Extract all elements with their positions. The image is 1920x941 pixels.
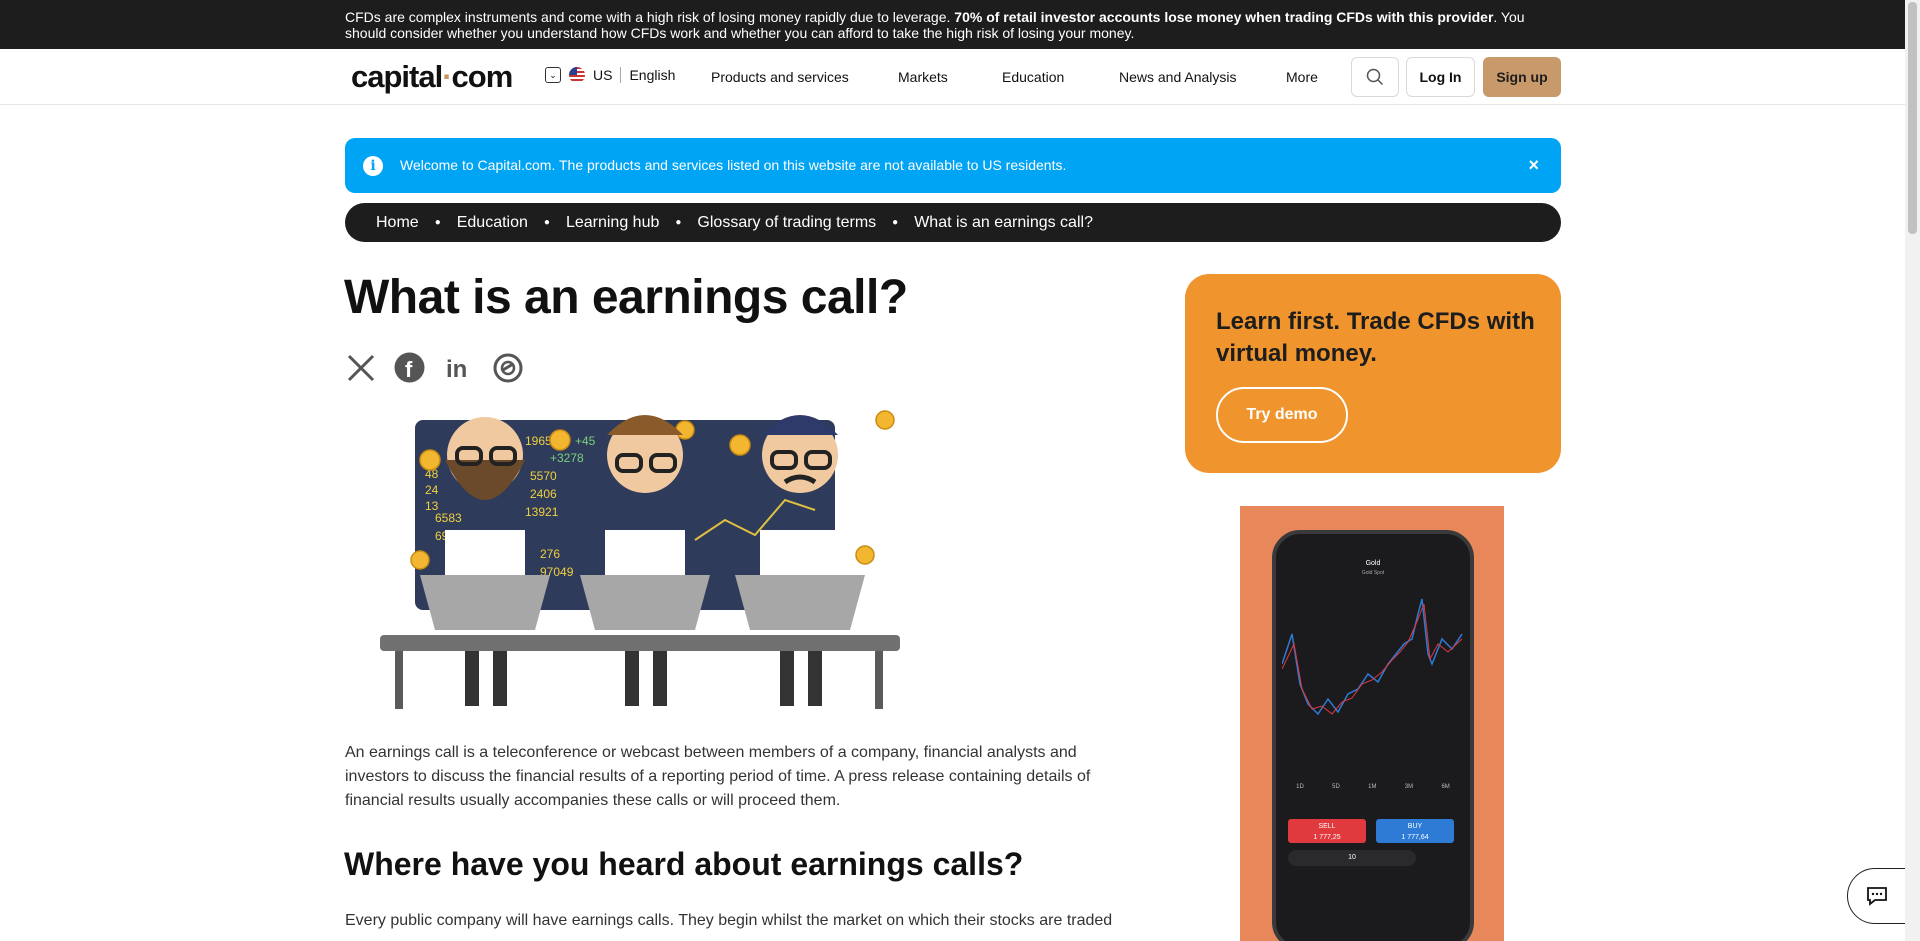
hero-illustration: 1965 +45 +3278 5570 2406 13921 6583 6958… (345, 410, 945, 710)
screen-number: +3278 (550, 451, 584, 465)
share-link-icon[interactable] (492, 352, 523, 383)
breadcrumb-education[interactable]: Education (457, 214, 528, 232)
svg-text:f: f (405, 357, 413, 382)
nav-products[interactable]: Products and services (711, 69, 898, 85)
breadcrumb: Home ● Education ● Learning hub ● Glossa… (345, 203, 1561, 242)
breadcrumb-glossary[interactable]: Glossary of trading terms (697, 214, 876, 232)
search-button[interactable] (1351, 57, 1399, 97)
app-ad-banner[interactable]: Gold Gold Spot 1D 5D 1M 3M 6M SELL 1 777,… (1240, 506, 1504, 941)
chat-button[interactable] (1847, 868, 1907, 924)
sell-button: SELL 1 777,25 (1288, 819, 1366, 843)
timeframe-6m: 6M (1441, 784, 1450, 790)
risk-warning-text: CFDs are complex instruments and come wi… (345, 9, 951, 25)
search-icon (1366, 68, 1384, 86)
language-label[interactable]: English (629, 67, 675, 83)
breadcrumb-current: What is an earnings call? (914, 213, 1093, 231)
screen-number: 276 (540, 547, 560, 561)
timeframe-tabs: 1D 5D 1M 3M 6M (1282, 784, 1464, 790)
nav-more[interactable]: More (1286, 69, 1346, 85)
login-button[interactable]: Log In (1406, 57, 1475, 97)
linkedin-icon[interactable]: in (443, 352, 474, 383)
risk-warning-bar: CFDs are complex instruments and come wi… (0, 0, 1905, 49)
demo-promo-card: Learn first. Trade CFDs with virtual mon… (1185, 274, 1561, 473)
page-title: What is an earnings call? (344, 271, 908, 324)
screen-number: 6583 (435, 511, 462, 525)
buy-button: BUY 1 777,64 (1376, 819, 1454, 843)
screen-number: 24 (425, 483, 439, 497)
screen-number: 1965 (525, 434, 552, 448)
us-flag-icon (569, 67, 585, 83)
breadcrumb-separator: ● (543, 217, 550, 228)
nav-markets[interactable]: Markets (898, 69, 1002, 85)
nav-news[interactable]: News and Analysis (1119, 69, 1286, 85)
risk-warning-bold: 70% of retail investor accounts lose mon… (954, 9, 1494, 25)
try-demo-button[interactable]: Try demo (1216, 387, 1348, 443)
region-selector[interactable]: ⌄ US English (545, 67, 675, 83)
screen-number: 13 (425, 499, 439, 513)
notice-text: Welcome to Capital.com. The products and… (400, 157, 1067, 173)
section-paragraph: Every public company will have earnings … (345, 912, 1113, 929)
close-icon[interactable]: × (1528, 155, 1539, 176)
breadcrumb-home[interactable]: Home (376, 214, 419, 232)
share-bar: f in (345, 352, 523, 383)
main-nav: Products and services Markets Education … (711, 69, 1346, 85)
capital-logo[interactable]: capital·com (351, 59, 513, 95)
signup-button[interactable]: Sign up (1483, 57, 1561, 97)
breadcrumb-separator: ● (675, 217, 682, 228)
site-header: capital·com ⌄ US English Products and se… (0, 49, 1905, 105)
phone-mockup: Gold Gold Spot 1D 5D 1M 3M 6M SELL 1 777,… (1272, 530, 1474, 941)
timeframe-3m: 3M (1404, 784, 1414, 790)
breadcrumb-separator: ● (892, 217, 899, 228)
price-chart (1282, 598, 1463, 716)
quantity-field: 10 (1288, 850, 1416, 866)
breadcrumb-separator: ● (434, 217, 441, 228)
screen-number: 13921 (525, 505, 559, 519)
promo-title: Learn first. Trade CFDs with virtual mon… (1216, 308, 1535, 367)
phone-subtitle: Gold Spot (1361, 570, 1385, 576)
page-scrollbar[interactable] (1905, 0, 1920, 941)
phone-instrument: Gold (1365, 560, 1381, 567)
facebook-icon[interactable]: f (394, 352, 425, 383)
section-heading: Where have you heard about earnings call… (344, 846, 1024, 882)
scrollbar-thumb[interactable] (1908, 2, 1917, 234)
x-twitter-icon[interactable] (345, 352, 376, 383)
screen-number: 2406 (530, 487, 557, 501)
nav-education[interactable]: Education (1002, 69, 1119, 85)
breadcrumb-learning-hub[interactable]: Learning hub (566, 214, 659, 232)
region-label: US (593, 67, 613, 83)
chat-icon (1867, 887, 1887, 906)
divider (620, 67, 622, 83)
intro-paragraph: An earnings call is a teleconference or … (345, 744, 1091, 809)
chevron-down-icon[interactable]: ⌄ (545, 67, 561, 83)
us-notice-banner: i Welcome to Capital.com. The products a… (345, 138, 1561, 193)
timeframe-1d: 1D (1296, 784, 1304, 790)
screen-number: 5570 (530, 469, 557, 483)
svg-text:in: in (446, 356, 467, 383)
info-icon: i (363, 156, 383, 176)
timeframe-1m: 1M (1368, 784, 1377, 790)
timeframe-5d: 5D (1332, 784, 1340, 790)
screen-number: +45 (575, 434, 596, 448)
